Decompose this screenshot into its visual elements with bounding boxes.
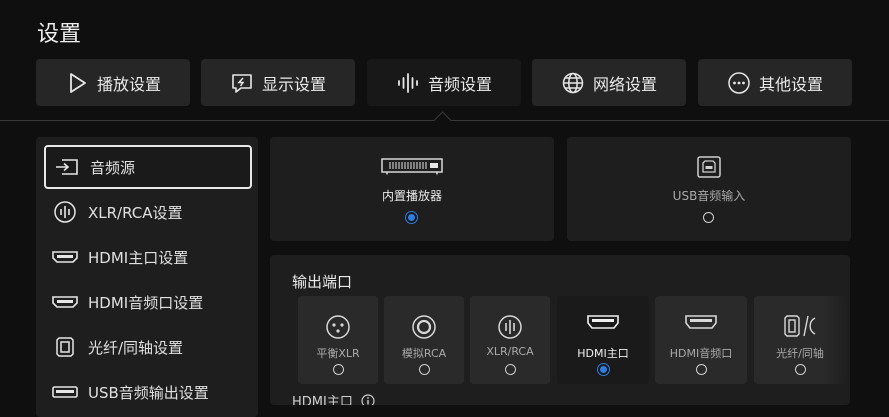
tab-other-settings[interactable]: 其他设置 <box>698 59 852 106</box>
info-icon[interactable] <box>361 393 375 406</box>
optical-icon <box>56 337 74 357</box>
tab-label: 网络设置 <box>592 74 657 94</box>
optical-coax-icon <box>784 315 816 337</box>
tab-playback-settings[interactable]: 播放设置 <box>36 59 190 106</box>
sidebar-item-hdmi-audio[interactable]: HDMI音频口设置 <box>44 280 252 324</box>
audio-wave-icon <box>398 72 418 93</box>
player-device-icon <box>381 158 443 175</box>
audio-sidebar: 音频源 XLR/RCA设置 HDMI主口设置 HDMI音频口设置 光纤/同轴设置… <box>36 137 258 417</box>
more-icon <box>728 71 750 94</box>
source-label: USB音频输入 <box>672 189 746 203</box>
sidebar-item-label: HDMI音频口设置 <box>88 293 204 312</box>
hdmi-icon <box>52 251 78 263</box>
sidebar-item-xlr-rca[interactable]: XLR/RCA设置 <box>44 190 252 234</box>
port-radio[interactable] <box>332 364 344 375</box>
sidebar-item-optical-coax[interactable]: 光纤/同轴设置 <box>44 325 252 369</box>
input-source-icon <box>56 159 78 175</box>
usb-b-icon <box>697 156 721 178</box>
port-label: HDMI主口 <box>577 347 629 360</box>
port-balanced-xlr[interactable]: 平衡XLR <box>298 296 378 384</box>
xlr-rca-icon <box>498 315 522 339</box>
tab-label: 音频设置 <box>427 74 492 94</box>
active-tab-indicator <box>433 111 452 130</box>
source-radio-selected[interactable] <box>406 212 417 223</box>
display-icon <box>232 73 252 93</box>
sidebar-item-label: XLR/RCA设置 <box>88 203 183 222</box>
source-radio[interactable] <box>703 212 714 223</box>
sidebar-item-hdmi-main[interactable]: HDMI主口设置 <box>44 235 252 279</box>
port-label: HDMI音频口 <box>669 347 733 360</box>
hdmi-port-icon <box>587 315 619 329</box>
subheading-label: HDMI主口 <box>292 395 353 405</box>
play-icon <box>70 72 86 93</box>
source-card-builtin-player[interactable]: 内置播放器 <box>270 137 554 241</box>
rca-connector-icon <box>412 315 436 339</box>
xlr-icon <box>54 201 76 223</box>
hdmi-main-subheading: HDMI主口 <box>292 391 375 405</box>
port-hdmi-audio[interactable]: HDMI音频口 <box>655 296 747 384</box>
sidebar-item-audio-source[interactable]: 音频源 <box>44 145 252 189</box>
scroll-fade <box>822 290 850 390</box>
port-radio[interactable] <box>504 364 516 375</box>
hdmi-icon <box>52 296 78 308</box>
globe-icon <box>562 72 584 93</box>
source-card-usb-input[interactable]: USB音频输入 <box>567 137 851 241</box>
port-hdmi-main[interactable]: HDMI主口 <box>557 296 649 384</box>
hdmi-port-icon <box>685 315 717 329</box>
source-label: 内置播放器 <box>381 189 442 203</box>
tab-network-settings[interactable]: 网络设置 <box>532 59 686 106</box>
page-title: 设置 <box>37 22 82 47</box>
tab-label: 播放设置 <box>96 74 161 94</box>
output-port-heading: 输出端口 <box>292 273 353 291</box>
port-radio[interactable] <box>418 364 430 375</box>
tab-label: 显示设置 <box>261 74 326 94</box>
xlr-connector-icon <box>326 315 350 339</box>
sidebar-item-label: 音频源 <box>90 158 136 177</box>
sidebar-item-label: HDMI主口设置 <box>88 248 189 267</box>
sidebar-item-label: USB音频输出设置 <box>88 383 209 402</box>
port-analog-rca[interactable]: 模拟RCA <box>384 296 464 384</box>
tab-display-settings[interactable]: 显示设置 <box>201 59 355 106</box>
output-port-panel: 输出端口 平衡XLR 模拟RCA XLR/RCA HDMI主口 HDMI音频口 … <box>270 255 850 405</box>
sidebar-item-label: 光纤/同轴设置 <box>88 338 184 357</box>
tab-audio-settings[interactable]: 音频设置 <box>367 59 521 106</box>
port-radio-selected[interactable] <box>597 364 609 375</box>
port-radio[interactable] <box>794 364 806 375</box>
port-label: 平衡XLR <box>316 347 360 360</box>
port-xlr-rca[interactable]: XLR/RCA <box>470 296 550 384</box>
settings-tabs: 播放设置 显示设置 音频设置 网络设置 其他设置 <box>36 59 852 106</box>
port-label: XLR/RCA <box>486 345 534 358</box>
port-label: 模拟RCA <box>401 347 447 360</box>
tab-label: 其他设置 <box>758 74 823 94</box>
port-radio[interactable] <box>695 364 707 375</box>
sidebar-item-usb-output[interactable]: USB音频输出设置 <box>44 370 252 414</box>
